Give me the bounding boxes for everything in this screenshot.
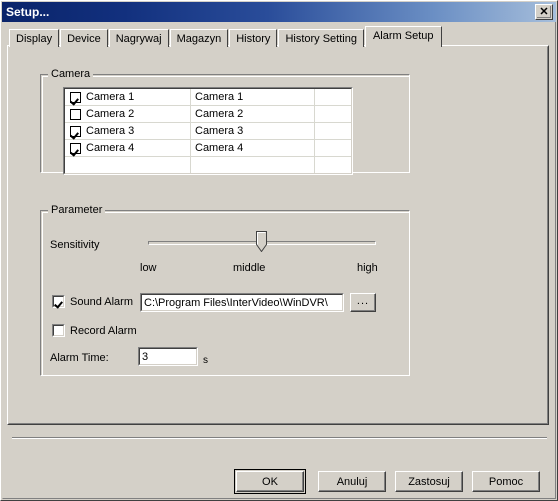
help-button-label: Pomoc	[488, 475, 524, 488]
ok-button[interactable]: OK	[236, 471, 304, 492]
cancel-button[interactable]: Anuluj	[318, 471, 386, 492]
browse-button-label: ...	[356, 294, 370, 307]
camera-extra-cell[interactable]	[315, 89, 351, 105]
apply-button-label: Zastosuj	[408, 475, 450, 488]
tab-label: Alarm Setup	[372, 30, 434, 42]
parameter-group-label: Parameter	[48, 204, 106, 216]
apply-button[interactable]: Zastosuj	[395, 471, 463, 492]
table-row[interactable]: Camera 1 Camera 1	[65, 89, 351, 106]
camera-group-label: Camera	[48, 68, 94, 80]
sensitivity-slider-thumb[interactable]	[256, 231, 267, 252]
browse-button[interactable]: ...	[350, 293, 376, 312]
camera-enable-cell[interactable]: Camera 2	[65, 106, 191, 122]
camera-enable-cell[interactable]: Camera 4	[65, 140, 191, 156]
tab-label: Magazyn	[176, 32, 222, 45]
camera-name: Camera 1	[86, 91, 135, 103]
camera-title: Camera 2	[195, 108, 244, 120]
record-alarm-checkbox[interactable]	[52, 324, 65, 337]
alarm-time-unit: s	[203, 355, 208, 366]
table-row[interactable]: Camera 3 Camera 3	[65, 123, 351, 140]
sound-alarm-path-value: C:\Program Files\InterVideo\WinDVR\	[141, 294, 343, 311]
camera-enable-cell[interactable]	[65, 157, 191, 173]
camera-checkbox[interactable]	[70, 125, 81, 137]
footer-separator	[12, 437, 547, 439]
sensitivity-tick-middle: middle	[233, 262, 266, 274]
tab-label: Display	[16, 32, 53, 45]
table-row[interactable]	[65, 157, 351, 173]
table-row[interactable]: Camera 2 Camera 2	[65, 106, 351, 123]
camera-checkbox[interactable]	[70, 142, 81, 154]
camera-title-cell[interactable]: Camera 3	[191, 123, 315, 139]
camera-list-inner: Camera 1 Camera 1 Camera 2 Camera 2 Came…	[64, 88, 352, 174]
tab-panel-alarm-setup: Camera Camera 1 Camera 1 Camera 2 Camera…	[7, 45, 549, 425]
camera-title-cell[interactable]: Camera 1	[191, 89, 315, 105]
sound-alarm-path-input[interactable]: C:\Program Files\InterVideo\WinDVR\	[140, 293, 344, 312]
sensitivity-label: Sensitivity	[50, 239, 100, 251]
sound-alarm-label: Sound Alarm	[70, 295, 133, 308]
setup-dialog: Setup... ✕ Display Device Nagrywaj Magaz…	[0, 0, 558, 501]
camera-name: Camera 2	[86, 108, 135, 120]
camera-list[interactable]: Camera 1 Camera 1 Camera 2 Camera 2 Came…	[63, 87, 353, 175]
ok-button-label: OK	[262, 475, 278, 488]
alarm-time-value: 3	[139, 348, 197, 365]
close-icon: ✕	[539, 5, 549, 18]
window-title: Setup...	[6, 5, 50, 19]
tab-alarm-setup[interactable]: Alarm Setup	[364, 26, 442, 47]
table-row[interactable]: Camera 4 Camera 4	[65, 140, 351, 157]
camera-extra-cell[interactable]	[315, 140, 351, 156]
parameter-group: Parameter Sensitivity low middle high So…	[40, 204, 410, 376]
record-alarm-label: Record Alarm	[70, 324, 137, 337]
camera-title-cell[interactable]: Camera 2	[191, 106, 315, 122]
camera-enable-cell[interactable]: Camera 3	[65, 123, 191, 139]
tab-label: Nagrywaj	[115, 32, 162, 45]
camera-enable-cell[interactable]: Camera 1	[65, 89, 191, 105]
camera-name: Camera 4	[86, 142, 135, 154]
camera-title: Camera 4	[195, 142, 244, 154]
tab-display[interactable]: Display	[9, 29, 60, 47]
camera-title-cell[interactable]	[191, 157, 315, 173]
sound-alarm-checkbox[interactable]	[52, 295, 65, 308]
tab-history[interactable]: History	[229, 29, 278, 47]
tab-history-setting[interactable]: History Setting	[278, 29, 364, 47]
close-button[interactable]: ✕	[535, 4, 553, 20]
alarm-time-label: Alarm Time:	[50, 352, 109, 364]
sensitivity-tick-high: high	[357, 262, 378, 274]
camera-extra-cell[interactable]	[315, 106, 351, 122]
camera-extra-cell[interactable]	[315, 157, 351, 173]
camera-checkbox[interactable]	[70, 91, 81, 103]
camera-title: Camera 1	[195, 91, 244, 103]
tab-strip: Display Device Nagrywaj Magazyn History …	[9, 26, 442, 47]
camera-title-cell[interactable]: Camera 4	[191, 140, 315, 156]
tab-nagrywaj[interactable]: Nagrywaj	[108, 29, 169, 47]
sensitivity-tick-low: low	[140, 262, 157, 274]
title-bar[interactable]: Setup... ✕	[2, 2, 556, 22]
camera-checkbox[interactable]	[70, 108, 81, 120]
help-button[interactable]: Pomoc	[472, 471, 540, 492]
camera-group: Camera Camera 1 Camera 1 Camera 2 Camera…	[40, 68, 410, 175]
cancel-button-label: Anuluj	[336, 475, 368, 488]
tab-label: Device	[67, 32, 101, 45]
record-alarm-checkbox-row[interactable]: Record Alarm	[52, 324, 137, 337]
tab-magazyn[interactable]: Magazyn	[169, 29, 229, 47]
camera-extra-cell[interactable]	[315, 123, 351, 139]
tab-device[interactable]: Device	[60, 29, 108, 47]
camera-title: Camera 3	[195, 125, 244, 137]
tab-label: History	[236, 32, 271, 45]
camera-name: Camera 3	[86, 125, 135, 137]
alarm-time-input[interactable]: 3	[138, 347, 198, 366]
sound-alarm-checkbox-row[interactable]: Sound Alarm	[52, 295, 133, 308]
tab-label: History Setting	[285, 32, 357, 45]
